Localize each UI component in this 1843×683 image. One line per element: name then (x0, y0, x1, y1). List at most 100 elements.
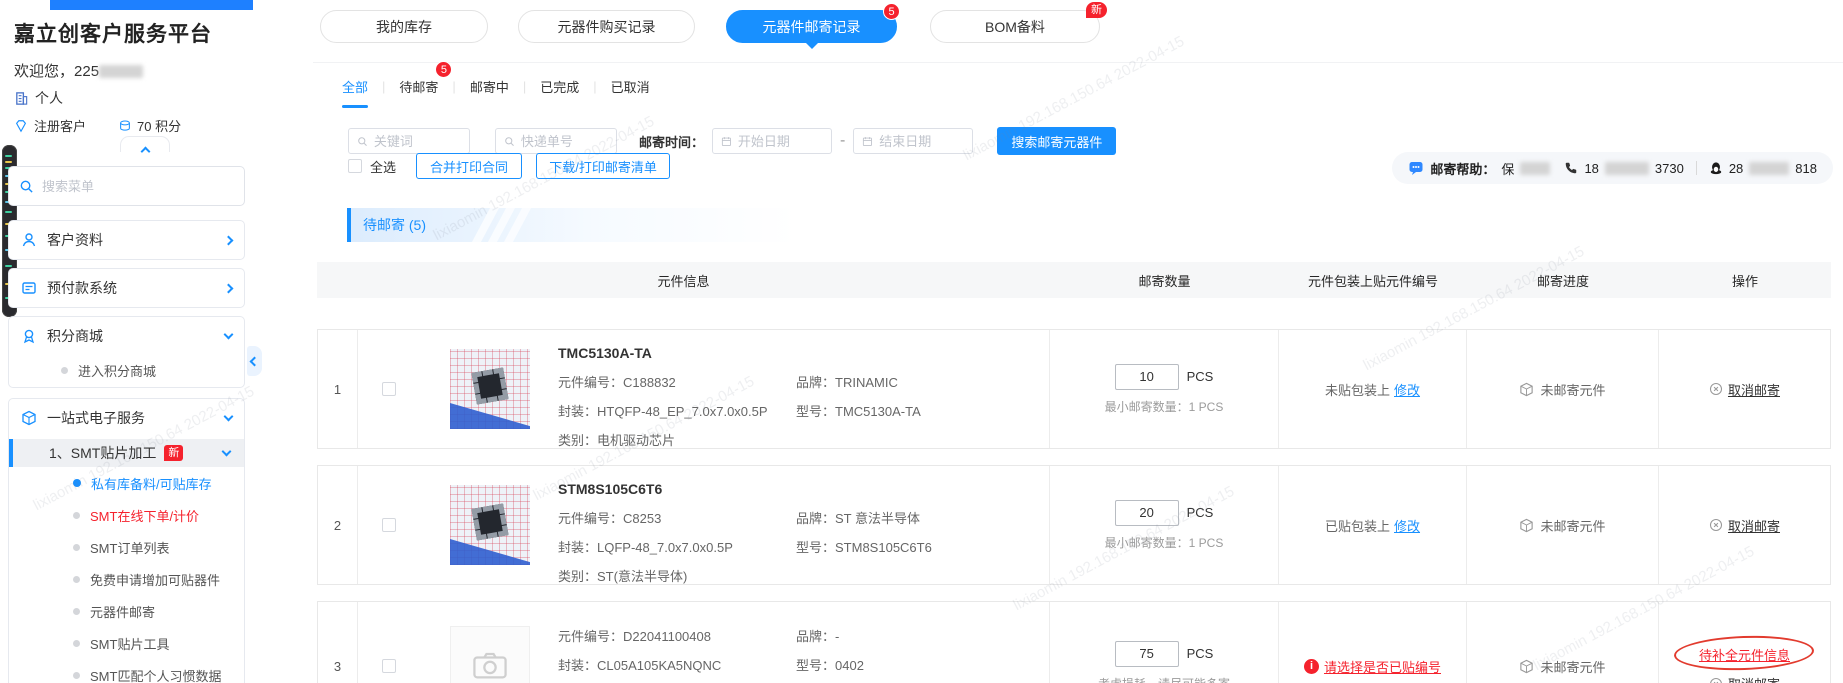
sidebar-item-smt-tools[interactable]: SMT贴片工具 (9, 627, 244, 659)
row-checkbox[interactable] (382, 382, 396, 396)
qty-input[interactable] (1115, 364, 1179, 390)
sidebar-item-enter-points-mall[interactable]: 进入积分商城 (9, 355, 244, 385)
qq-prefix: 28 (1729, 161, 1743, 176)
sidebar-top-accent-bar (50, 0, 253, 10)
header-actions: 操作 (1659, 271, 1831, 290)
select-all-checkbox[interactable] (348, 159, 362, 173)
phone-suffix: 3730 (1655, 161, 1684, 176)
new-badge: 新 (164, 445, 183, 461)
qty-input[interactable] (1115, 641, 1179, 667)
select-all-label: 全选 (370, 157, 396, 176)
tab-label: 待邮寄 (399, 80, 438, 95)
cube-icon (21, 410, 37, 426)
calendar-icon (862, 135, 873, 148)
sidebar-item-label: 1、SMT贴片加工 (49, 443, 156, 463)
sidebar-item-label: SMT匹配个人习惯数据 (90, 666, 221, 683)
download-print-list-button[interactable]: 下载/打印邮寄清单 (536, 153, 670, 179)
sidebar-item-label: 私有库备料/可贴库存 (91, 474, 212, 493)
sidebar: 嘉立创客户服务平台 欢迎您，225 个人 注册客户 70 积分 客户资料 (0, 0, 313, 683)
bullet-dot-icon (73, 544, 80, 551)
package-warning-link[interactable]: i 请选择是否已贴编号 (1304, 657, 1441, 676)
start-date-input[interactable] (738, 134, 823, 149)
qq-suffix: 818 (1795, 161, 1817, 176)
component-title: TMC5130A-TA (558, 345, 1049, 361)
sidebar-item-one-stop-service[interactable]: 一站式电子服务 (9, 399, 244, 437)
redacted-name (1520, 162, 1550, 175)
search-icon (357, 135, 368, 148)
status-tabs: 全部 | 待邮寄 5 | 邮寄中 | 已完成 | 已取消 (313, 62, 1843, 110)
chevron-left-icon (250, 356, 260, 366)
header-component-info: 元件信息 (317, 271, 1050, 290)
tab-all[interactable]: 全部 (340, 77, 370, 96)
progress-status: 未邮寄元件 (1540, 516, 1605, 535)
field-code: 元件编号：C8253 (558, 508, 796, 527)
circle-x-icon (1709, 518, 1723, 532)
cancel-mailing-button[interactable]: 取消邮寄 (1709, 516, 1780, 535)
sidebar-item-smt-order-list[interactable]: SMT订单列表 (9, 531, 244, 563)
tab-my-inventory[interactable]: 我的库存 (320, 10, 488, 43)
header-package-label: 元件包装上贴元件编号 (1279, 271, 1467, 290)
circle-x-icon (1709, 382, 1723, 396)
tab-pending-mail[interactable]: 待邮寄 5 (397, 77, 440, 96)
sidebar-item-label: 积分商城 (47, 326, 215, 346)
sidebar-collapse-handle[interactable] (247, 346, 262, 376)
top-tabs: 我的库存 元器件购买记录 元器件邮寄记录 5 BOM备料 新 (313, 10, 1843, 50)
sidebar-item-points-mall[interactable]: 积分商城 (9, 317, 244, 355)
sidebar-item-label: 客户资料 (47, 230, 215, 250)
sidebar-item-smt-processing[interactable]: 1、SMT贴片加工 新 (9, 439, 244, 467)
circle-x-icon (1709, 677, 1723, 683)
component-title: STM8S105C6T6 (558, 481, 1049, 497)
search-mail-components-button[interactable]: 搜索邮寄元器件 (997, 127, 1116, 155)
cancel-mailing-button[interactable]: 取消邮寄 (1709, 674, 1780, 683)
sidebar-item-label: SMT贴片工具 (90, 634, 169, 653)
bullet-dot-icon (73, 512, 80, 519)
phone-prefix: 18 (1584, 161, 1598, 176)
tracking-input[interactable] (521, 134, 608, 149)
cancel-mailing-button[interactable]: 取消邮寄 (1709, 380, 1780, 399)
menu-search-input[interactable] (42, 179, 234, 194)
complete-info-link[interactable]: 待补全元件信息 (1699, 639, 1790, 666)
tab-mailing-records[interactable]: 元器件邮寄记录 5 (726, 10, 897, 43)
medal-icon (21, 328, 37, 344)
sidebar-item-free-apply-parts[interactable]: 免费申请增加可贴器件 (9, 563, 244, 595)
sidebar-item-private-stock[interactable]: 私有库备料/可贴库存 (9, 467, 244, 499)
tab-bom-stock[interactable]: BOM备料 新 (930, 10, 1100, 43)
modify-link[interactable]: 修改 (1394, 380, 1420, 399)
field-brand: 品牌：ST 意法半导体 (796, 508, 1049, 527)
end-date-input[interactable] (879, 134, 964, 149)
qty-cell: PCS 最小邮寄数量：1 PCS (1049, 466, 1278, 584)
row-checkbox[interactable] (382, 659, 396, 673)
divider (1696, 161, 1697, 175)
keyword-input[interactable] (374, 134, 461, 149)
merge-print-contract-button[interactable]: 合并打印合同 (416, 153, 522, 179)
field-model: 型号：TMC5130A-TA (796, 401, 1049, 420)
progress-status: 未邮寄元件 (1540, 657, 1605, 676)
building-icon (14, 91, 29, 106)
chevron-right-icon (224, 235, 234, 245)
sidebar-item-customer-info[interactable]: 客户资料 (8, 220, 245, 260)
tab-cancelled[interactable]: 已取消 (609, 77, 652, 96)
sidebar-item-label: SMT订单列表 (90, 538, 169, 557)
chip-photo (471, 367, 508, 404)
tab-completed[interactable]: 已完成 (538, 77, 581, 96)
row-checkbox[interactable] (382, 518, 396, 532)
package-status: 已贴包装上 (1325, 516, 1390, 535)
tab-purchase-records[interactable]: 元器件购买记录 (518, 10, 695, 43)
date-range-separator: - (840, 132, 845, 150)
sidebar-item-label: 一站式电子服务 (47, 408, 215, 428)
sidebar-item-component-mailing[interactable]: 元器件邮寄 (9, 595, 244, 627)
collapse-profile-button[interactable] (120, 136, 170, 152)
modify-link[interactable]: 修改 (1394, 516, 1420, 535)
qty-input[interactable] (1115, 500, 1179, 526)
tab-mailing[interactable]: 邮寄中 (468, 77, 511, 96)
redacted-phone (1605, 162, 1649, 175)
sidebar-item-smt-personal-data[interactable]: SMT匹配个人习惯数据 (9, 659, 244, 683)
row-index: 3 (318, 602, 358, 683)
filter-bar: 邮寄时间： - 搜索邮寄元器件 (348, 128, 1116, 154)
sidebar-item-prepayment[interactable]: 预付款系统 (8, 268, 245, 308)
chevron-down-icon (224, 330, 234, 340)
sidebar-group-points-mall: 积分商城 进入积分商城 (8, 316, 245, 388)
customer-level: 注册客户 (14, 116, 86, 135)
sidebar-item-smt-online-order[interactable]: SMT在线下单/计价 (9, 499, 244, 531)
tracking-search (495, 128, 617, 154)
